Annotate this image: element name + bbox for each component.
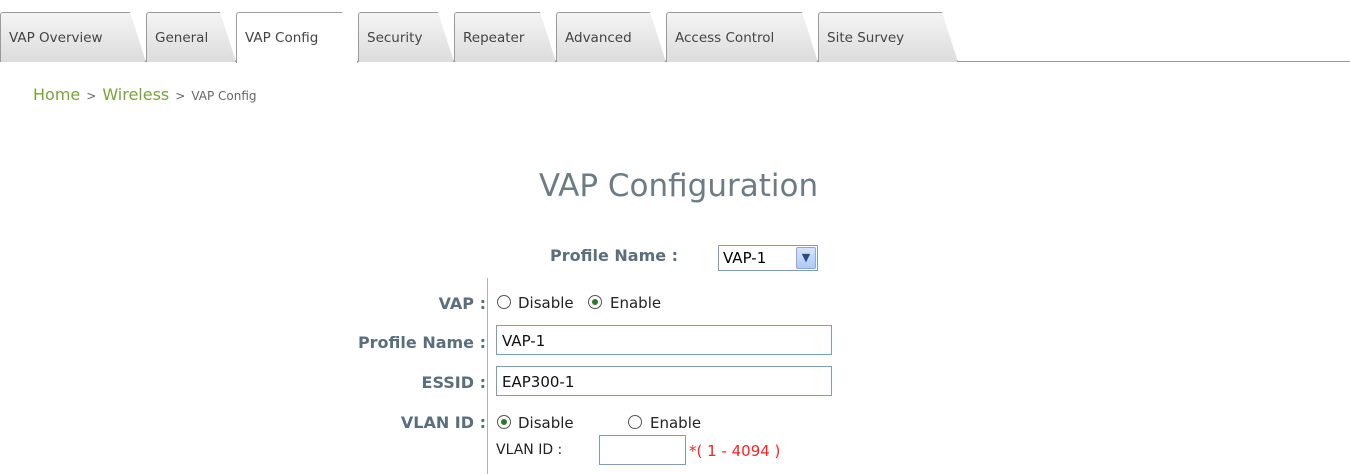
essid-label: ESSID : <box>421 373 486 392</box>
breadcrumb-current: VAP Config <box>191 89 257 103</box>
vlan-enable-label: Enable <box>650 414 702 432</box>
breadcrumb-separator: > <box>175 89 186 103</box>
vlan-enable-radio[interactable] <box>628 415 642 429</box>
profile-name-input[interactable]: VAP-1 <box>496 325 832 355</box>
vlan-disable-label: Disable <box>518 414 574 432</box>
vlan-id-input[interactable] <box>599 435 686 465</box>
chevron-down-icon[interactable]: ▼ <box>796 247 816 269</box>
vlan-label: VLAN ID : <box>400 413 486 432</box>
tab-label: VAP Overview <box>9 30 103 46</box>
tab-repeater[interactable]: Repeater <box>454 12 556 62</box>
profile-select-label: Profile Name : <box>550 246 679 265</box>
tab-label: Repeater <box>463 30 525 46</box>
vlan-id-label: VLAN ID : <box>496 442 563 458</box>
tab-label: Site Survey <box>827 30 905 46</box>
tab-label: VAP Config <box>245 30 319 46</box>
tab-label: Security <box>367 30 423 46</box>
tab-access-control[interactable]: Access Control <box>666 12 818 62</box>
tab-label: Advanced <box>565 30 632 46</box>
breadcrumb-separator: > <box>86 89 97 103</box>
breadcrumb-home-link[interactable]: Home <box>33 85 80 104</box>
tab-advanced[interactable]: Advanced <box>556 12 666 62</box>
vap-enable-label: Enable <box>610 294 662 312</box>
tab-security[interactable]: Security <box>358 12 454 62</box>
vap-disable-radio[interactable] <box>497 295 511 309</box>
tab-label: General <box>155 30 209 46</box>
breadcrumb-wireless-link[interactable]: Wireless <box>102 85 169 104</box>
tab-label: Access Control <box>675 30 775 46</box>
tab-vap-overview[interactable]: VAP Overview <box>0 12 146 62</box>
vlan-id-hint: *( 1 - 4094 ) <box>689 442 781 460</box>
profile-name-label: Profile Name : <box>357 333 486 352</box>
tab-bar: VAP Overview General VAP Config Security… <box>0 0 1350 62</box>
profile-name-value: VAP-1 <box>502 332 546 350</box>
essid-input[interactable]: EAP300-1 <box>496 366 832 396</box>
page-title: VAP Configuration <box>538 168 819 204</box>
essid-value: EAP300-1 <box>502 373 575 391</box>
vlan-disable-radio[interactable] <box>497 415 511 429</box>
tab-vap-config[interactable]: VAP Config <box>236 12 358 63</box>
form-divider <box>487 278 488 474</box>
tab-general[interactable]: General <box>146 12 236 62</box>
vap-enable-radio[interactable] <box>588 295 602 309</box>
breadcrumb: Home > Wireless > VAP Config <box>33 85 257 104</box>
tab-site-survey[interactable]: Site Survey <box>818 12 958 62</box>
profile-select[interactable]: VAP-1 ▼ <box>718 245 818 271</box>
profile-select-value: VAP-1 <box>723 249 767 267</box>
vap-label: VAP : <box>438 294 486 313</box>
vap-disable-label: Disable <box>518 294 574 312</box>
